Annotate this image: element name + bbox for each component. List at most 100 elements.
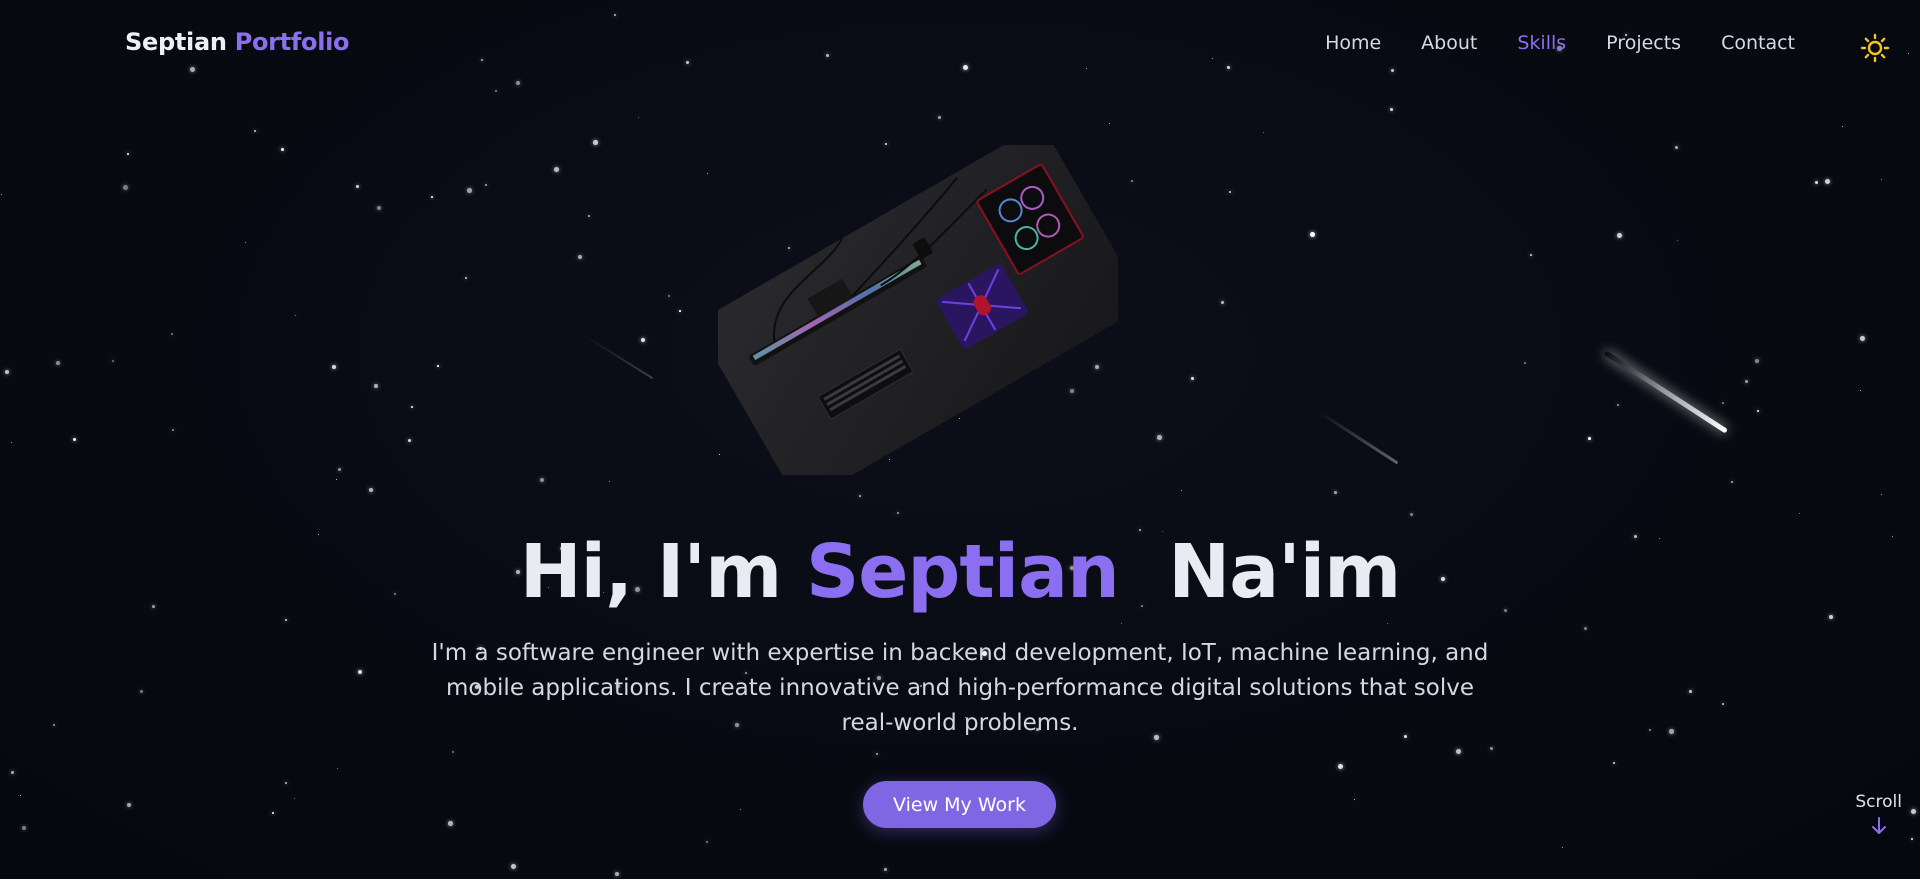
star [679, 310, 681, 312]
star [1911, 838, 1913, 840]
brand-second: Portfolio [234, 28, 350, 56]
hero-page: Septian Portfolio Home About Skills Proj… [0, 0, 1920, 879]
star [254, 130, 257, 133]
star [1731, 481, 1733, 483]
brand-first: Septian [125, 28, 227, 56]
star [437, 365, 439, 367]
hero-name-last: Na'im [1168, 529, 1401, 615]
view-my-work-button[interactable]: View My Work [863, 781, 1056, 828]
star [540, 478, 544, 482]
star [1617, 404, 1619, 406]
star [11, 771, 15, 775]
nav-item-about[interactable]: About [1421, 32, 1477, 54]
star [294, 798, 296, 800]
star [56, 361, 60, 365]
nav-item-contact[interactable]: Contact [1721, 32, 1795, 54]
star [1757, 410, 1759, 412]
hero-heading: Hi, I'm Septian Na'im [0, 528, 1920, 616]
star [1410, 513, 1413, 516]
star [1524, 362, 1527, 365]
nav-item-projects[interactable]: Projects [1606, 32, 1681, 54]
star [1815, 181, 1819, 185]
star [337, 768, 339, 770]
star [1669, 729, 1674, 734]
star [1334, 491, 1337, 494]
star [588, 215, 590, 217]
star [897, 512, 900, 515]
star [112, 360, 115, 363]
star [22, 826, 26, 830]
star [1842, 126, 1844, 128]
star [281, 148, 285, 152]
star [73, 438, 77, 442]
star [615, 872, 619, 876]
star [495, 90, 497, 92]
star [127, 803, 132, 808]
star [1109, 123, 1111, 125]
hero-description: I'm a software engineer with expertise i… [431, 640, 1489, 736]
star [374, 384, 378, 388]
star [1860, 390, 1862, 392]
navbar: Septian Portfolio Home About Skills Proj… [0, 0, 1920, 88]
star [411, 406, 413, 408]
star [53, 724, 55, 726]
theme-toggle-button[interactable] [1860, 33, 1890, 63]
star [1881, 179, 1883, 181]
star [338, 468, 342, 472]
star [1677, 240, 1679, 242]
nav-item-home[interactable]: Home [1325, 32, 1381, 54]
sun-icon [1860, 33, 1890, 63]
scroll-hint[interactable]: Scroll [1855, 792, 1902, 836]
nav-item-skills[interactable]: Skills [1517, 32, 1566, 54]
star [171, 333, 174, 336]
arrow-down-icon [1871, 817, 1886, 834]
star [1722, 402, 1725, 405]
star [1157, 435, 1162, 440]
star [5, 370, 9, 374]
star [1860, 336, 1865, 341]
star [876, 753, 878, 755]
star [511, 864, 516, 869]
star [1121, 623, 1123, 625]
star [1456, 749, 1461, 754]
star [272, 812, 274, 814]
star [1338, 764, 1343, 769]
star [123, 185, 128, 190]
star [408, 439, 412, 443]
star [884, 868, 887, 871]
star [448, 821, 453, 826]
star [1191, 377, 1195, 381]
star [1490, 747, 1494, 751]
star [332, 365, 336, 369]
brand-logo[interactable]: Septian Portfolio [125, 28, 350, 56]
star [20, 795, 22, 797]
star [1229, 191, 1231, 193]
star [554, 167, 559, 172]
star [1825, 179, 1830, 184]
star [1530, 254, 1532, 256]
star [431, 196, 433, 198]
desk-setup-illustration [696, 125, 1145, 504]
star [641, 338, 646, 343]
star [358, 670, 362, 674]
star [1722, 703, 1724, 705]
star [668, 295, 671, 298]
star [1617, 233, 1622, 238]
star [1390, 108, 1394, 112]
hero-name-first: Septian [805, 529, 1120, 615]
star [578, 255, 582, 259]
star [127, 153, 129, 155]
star [1911, 809, 1916, 814]
star [377, 206, 381, 210]
star [485, 184, 488, 187]
star [172, 429, 174, 431]
star [1649, 729, 1652, 732]
star [1, 194, 3, 196]
star [285, 782, 287, 784]
star [1131, 180, 1133, 182]
star [1881, 494, 1883, 496]
star [467, 188, 472, 193]
star [285, 619, 288, 622]
star [245, 242, 247, 244]
nav-links: Home About Skills Projects Contact [1325, 32, 1795, 54]
